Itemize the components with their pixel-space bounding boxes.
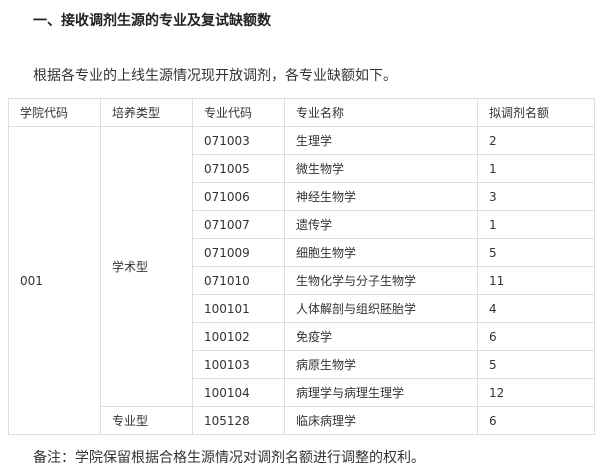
major-code-cell: 071007	[192, 210, 285, 239]
header-training-type: 培养类型	[100, 98, 193, 127]
quota-cell: 6	[477, 406, 595, 435]
academic-type-cell: 学术型	[100, 126, 193, 407]
major-code-cell: 100104	[192, 378, 285, 407]
table-row: 001 学术型 071003 生理学 2	[8, 126, 595, 435]
major-name-cell: 临床病理学	[284, 406, 478, 435]
quota-cell: 11	[477, 266, 595, 295]
major-code-cell: 100102	[192, 322, 285, 351]
quota-table: 学院代码 培养类型 专业代码 专业名称 拟调剂名额 001 学术型 071003…	[8, 98, 595, 435]
quota-cell: 12	[477, 378, 595, 407]
major-name-cell: 病原生物学	[284, 350, 478, 379]
quota-cell: 5	[477, 238, 595, 267]
major-name-cell: 遗传学	[284, 210, 478, 239]
professional-type-cell: 专业型	[100, 406, 193, 435]
major-name-cell: 生物化学与分子生物学	[284, 266, 478, 295]
major-name-cell: 生理学	[284, 126, 478, 155]
major-code-cell: 071009	[192, 238, 285, 267]
major-name-cell: 微生物学	[284, 154, 478, 183]
quota-cell: 2	[477, 126, 595, 155]
major-name-cell: 病理学与病理生理学	[284, 378, 478, 407]
quota-cell: 3	[477, 182, 595, 211]
college-code-cell: 001	[8, 126, 101, 435]
major-name-cell: 神经生物学	[284, 182, 478, 211]
quota-cell: 5	[477, 350, 595, 379]
quota-cell: 6	[477, 322, 595, 351]
major-code-cell: 071003	[192, 126, 285, 155]
header-college-code: 学院代码	[8, 98, 101, 127]
major-name-cell: 免疫学	[284, 322, 478, 351]
section-heading: 一、接收调剂生源的专业及复试缺额数	[33, 13, 271, 29]
major-code-cell: 071010	[192, 266, 285, 295]
major-name-cell: 细胞生物学	[284, 238, 478, 267]
header-major-code: 专业代码	[192, 98, 285, 127]
major-code-cell: 071005	[192, 154, 285, 183]
header-major-name: 专业名称	[284, 98, 478, 127]
quota-cell: 1	[477, 154, 595, 183]
quota-cell: 1	[477, 210, 595, 239]
quota-cell: 4	[477, 294, 595, 323]
major-code-cell: 100101	[192, 294, 285, 323]
footnote: 备注：学院保留根据合格生源情况对调剂名额进行调整的权利。	[33, 450, 425, 466]
header-quota: 拟调剂名额	[477, 98, 595, 127]
major-name-cell: 人体解剖与组织胚胎学	[284, 294, 478, 323]
table-header-row: 学院代码 培养类型 专业代码 专业名称 拟调剂名额	[8, 98, 595, 127]
major-code-cell: 071006	[192, 182, 285, 211]
intro-text: 根据各专业的上线生源情况现开放调剂，各专业缺额如下。	[33, 68, 397, 84]
major-code-cell: 105128	[192, 406, 285, 435]
major-code-cell: 100103	[192, 350, 285, 379]
